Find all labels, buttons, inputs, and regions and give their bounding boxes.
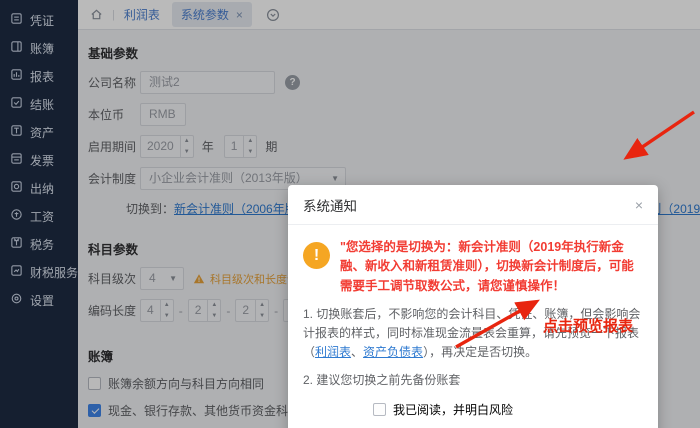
dialog-header: 系统通知 × (288, 185, 658, 225)
system-notice-dialog: 系统通知 × ! "您选择的是切换为：新会计准则（2019年执行新金融、新收入和… (288, 185, 658, 428)
dialog-body: ! "您选择的是切换为：新会计准则（2019年执行新金融、新收入和新租赁准则），… (288, 225, 658, 418)
checkbox-label: 我已阅读，并明白风险 (393, 401, 513, 418)
app-window: 凭证 账簿 报表 结账 资产 发票 出纳 工资 (0, 0, 700, 428)
notice-paragraph-2: 2. 建议您切换之前先备份账套 (303, 371, 643, 390)
checkbox-icon[interactable] (373, 403, 386, 416)
balance-sheet-link[interactable]: 资产负债表 (363, 345, 423, 359)
alert-message: "您选择的是切换为：新会计准则（2019年执行新金融、新收入和新租赁准则），切换… (340, 238, 643, 296)
profit-statement-link[interactable]: 利润表 (315, 345, 351, 359)
close-icon[interactable]: × (635, 198, 643, 212)
dialog-title: 系统通知 (303, 195, 357, 215)
risk-acknowledge-checkbox[interactable]: 我已阅读，并明白风险 (373, 401, 643, 418)
notice-paragraph-1: 1. 切换账套后，不影响您的会计科目、凭证、账簿，但会影响会计报表的样式，同时标… (303, 305, 643, 362)
warning-icon: ! (303, 242, 330, 269)
